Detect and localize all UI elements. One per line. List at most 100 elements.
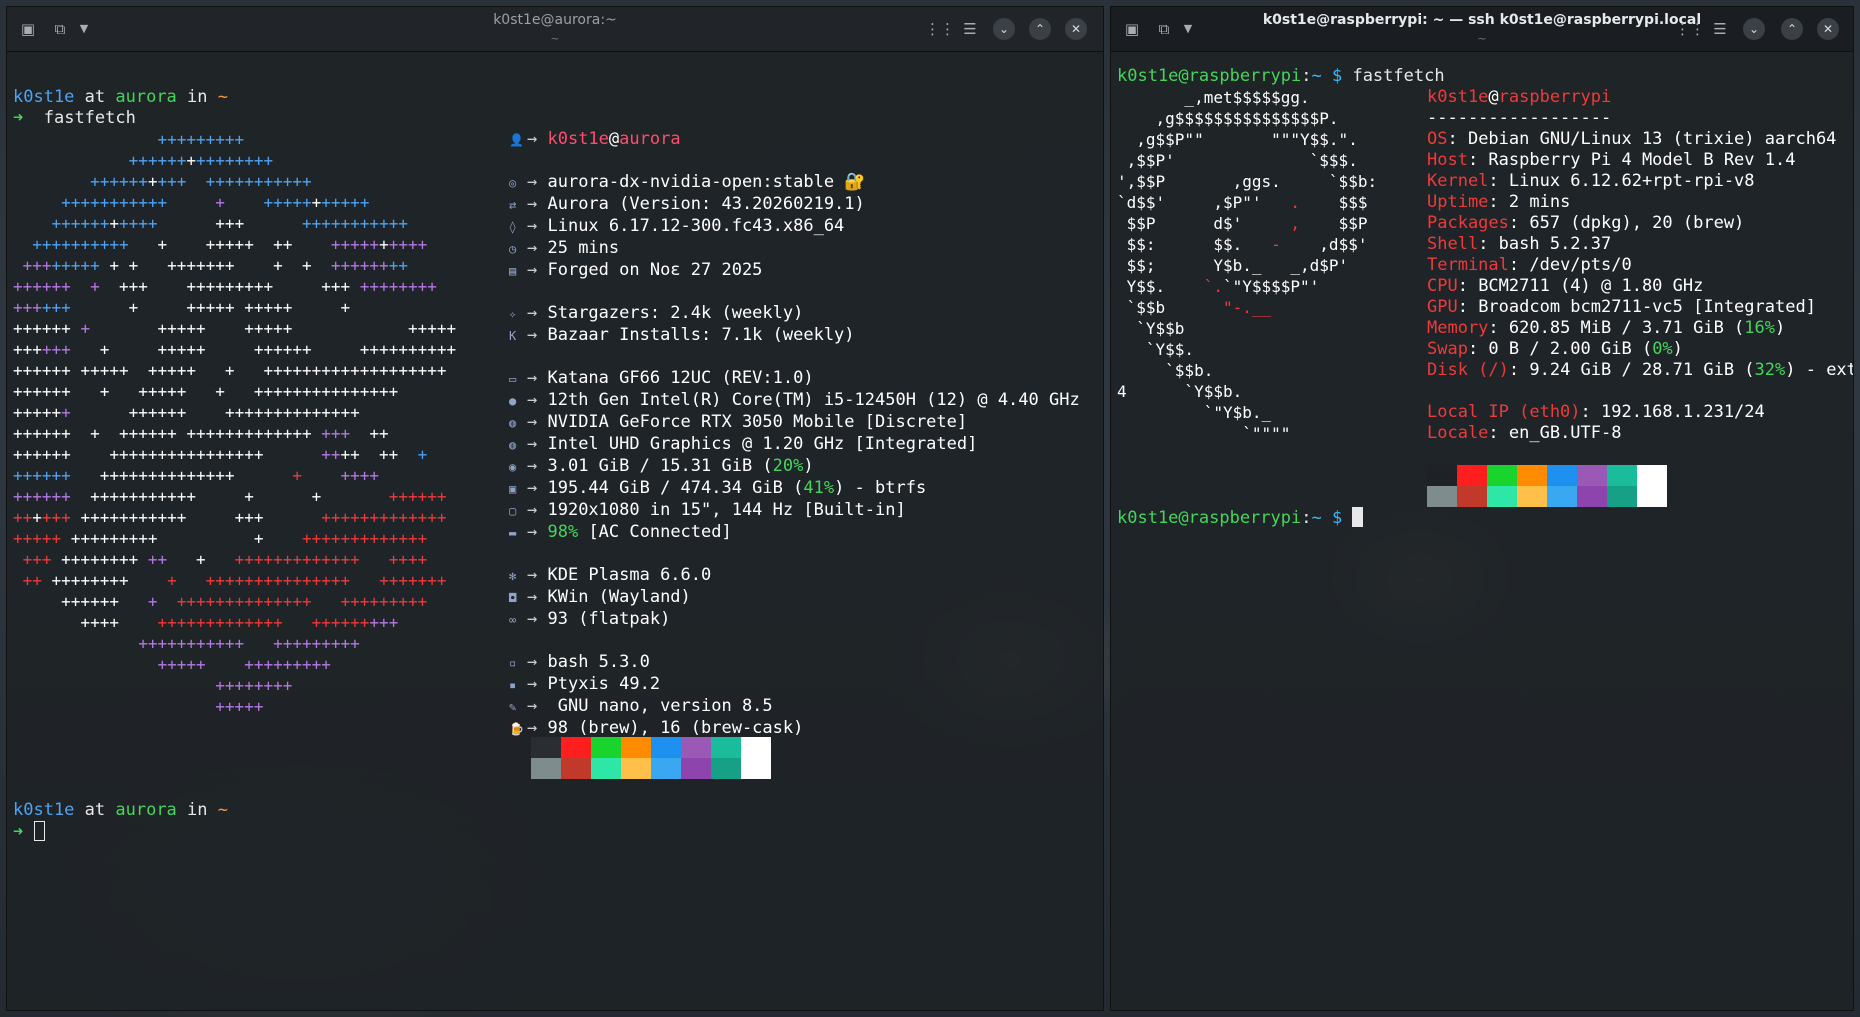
ascii-row: ++++++ ++++++++++++++ + ++++: [13, 465, 456, 486]
arrow-icon: →: [527, 260, 548, 280]
arrow-icon: →: [527, 434, 548, 454]
terminal-output[interactable]: k0st1e at aurora in ~ ➜ fastfetch ++++++…: [13, 66, 1103, 1010]
grid-icon[interactable]: ⋮⋮: [925, 18, 955, 40]
maximize-button[interactable]: ⌃: [1029, 18, 1051, 40]
system-info-list: k0st1e@raspberrypi ------------------ OS: …: [1427, 87, 1853, 444]
info-row: ⇄ → Aurora (Version: 43.20260219.1): [509, 194, 1080, 216]
text-segment: ++++++++: [13, 676, 293, 695]
text-segment: .: [1290, 193, 1301, 212]
color-palette: [531, 737, 771, 779]
minimize-button[interactable]: ⌄: [1743, 18, 1765, 40]
text-segment: `Y$$.: [1117, 340, 1195, 359]
text-segment: OS: [1427, 129, 1448, 149]
text-segment: Y$$.: [1117, 277, 1204, 296]
info-row: ▤ → Forged on Noɛ 27 2025: [509, 260, 1080, 282]
maximize-button[interactable]: ⌃: [1781, 18, 1803, 40]
text-segment: : en_GB.UTF-8: [1488, 423, 1622, 443]
arrow-icon: →: [527, 500, 548, 520]
color-swatch: [1457, 486, 1487, 507]
arrow-icon: →: [527, 609, 548, 629]
text-segment: Uptime: [1427, 192, 1489, 212]
close-button[interactable]: ✕: [1817, 18, 1839, 40]
text-segment: +++++: [13, 403, 62, 422]
text-segment: +++++++++++++ ++++++: [157, 613, 370, 632]
menu-icon[interactable]: ☰: [1709, 18, 1731, 40]
text-segment: ++++++++++: [13, 235, 129, 254]
ascii-row: ++++++ + ++++++ +++++++++++++ +++ ++: [13, 423, 456, 444]
color-swatch: [621, 758, 651, 779]
disk-icon: ▣: [509, 482, 517, 496]
text-segment: +++++: [330, 235, 380, 254]
text-segment: aurora-dx-nvidia-open:stable 🔐: [547, 172, 866, 192]
ascii-row: $$: $$. - ,d$$': [1117, 234, 1377, 255]
text-segment: raspberrypi: [1498, 87, 1612, 107]
text-segment: [302, 466, 341, 485]
text-segment: +++++: [13, 697, 264, 716]
text-segment: Linux 6.17.12-300.fc43.x86_64: [547, 216, 845, 236]
arrow-icon: →: [527, 303, 548, 323]
info-row: Packages: 657 (dpkg), 20 (brew): [1427, 213, 1853, 234]
grid-icon[interactable]: ⋮⋮: [1675, 18, 1705, 40]
text-segment: ,: [1290, 214, 1301, 233]
prompt-in: in: [176, 87, 218, 107]
info-row: ◉ → 3.01 GiB / 15.31 GiB (20%): [509, 456, 1080, 478]
text-segment: : Raspberry Pi 4 Model B Rev 1.4: [1467, 150, 1796, 170]
text-segment: : 2 mins: [1488, 192, 1571, 212]
ascii-row: `$$b.: [1117, 360, 1377, 381]
info-row: Host: Raspberry Pi 4 Model B Rev 1.4: [1427, 150, 1853, 171]
terminal-window-raspberrypi[interactable]: ▣ ⧉ ▼ k0st1e@raspberrypi: ~ — ssh k0st1e…: [1110, 6, 1854, 1011]
title-bar[interactable]: ▣ ⧉ ▼ k0st1e@aurora:~ ~ ⋮⋮ ☰ ⌄ ⌃ ✕: [7, 7, 1103, 52]
text-segment: +++++++++++ + +: [70, 487, 389, 506]
arrow-icon: →: [527, 216, 548, 236]
menu-icon[interactable]: ☰: [959, 18, 981, 40]
prompt-dir: ~: [217, 87, 228, 107]
color-swatch: [1637, 486, 1667, 507]
title-bar[interactable]: ▣ ⧉ ▼ k0st1e@raspberrypi: ~ — ssh k0st1e…: [1111, 7, 1853, 52]
text-segment: ------------------: [1427, 108, 1612, 128]
text-segment: 20%: [772, 456, 804, 476]
text-segment: ++++: [118, 214, 158, 233]
text-segment: 4 `Y$$b.: [1117, 382, 1243, 401]
ascii-row: `"Y$b._: [1117, 402, 1377, 423]
terminal-window-aurora[interactable]: ▣ ⧉ ▼ k0st1e@aurora:~ ~ ⋮⋮ ☰ ⌄ ⌃ ✕ k0st1…: [6, 6, 1104, 1011]
star-icon: ✧: [509, 307, 517, 321]
close-button[interactable]: ✕: [1065, 18, 1087, 40]
text-segment: +: [109, 214, 119, 233]
text-segment: @: [1488, 87, 1499, 107]
text-segment: +: [311, 193, 322, 212]
user-icon: 👤: [509, 133, 524, 147]
ascii-row: Y$$. `.`"Y$$$$P"': [1117, 276, 1377, 297]
color-swatch: [1607, 486, 1637, 507]
text-segment: +++++++++++++: [302, 529, 428, 548]
terminal-output[interactable]: k0st1e@raspberrypi:~ $ fastfetch _,met$$…: [1117, 66, 1853, 1010]
input-line[interactable]: ➜: [13, 821, 45, 842]
input-line[interactable]: k0st1e@raspberrypi:~ $: [1117, 507, 1364, 528]
prompt-dir: ~: [1311, 508, 1322, 528]
text-segment: $$P d$': [1117, 214, 1291, 233]
text-segment: -: [1271, 235, 1281, 254]
bazaar-icon: K: [509, 329, 517, 343]
window-title: k0st1e@raspberrypi: ~ — ssh k0st1e@raspb…: [1262, 12, 1702, 28]
ascii-row: ++++++ + +++++ + +++++++++++++++: [13, 381, 456, 402]
text-segment: Terminal: [1427, 255, 1509, 275]
info-row: ------------------: [1427, 108, 1853, 129]
color-swatch: [741, 737, 771, 758]
ascii-row: ',$$P ,ggs. `$$b:: [1117, 171, 1377, 192]
color-swatch: [651, 737, 681, 758]
arrow-icon: →: [527, 412, 548, 432]
text-segment: 98%: [547, 522, 579, 542]
color-swatch: [591, 737, 621, 758]
laptop-icon: ▭: [509, 372, 517, 386]
arrow-icon: →: [527, 325, 548, 345]
ascii-row: ++++++ + +++++ ++++++ ++++++++++: [13, 339, 456, 360]
text-segment: +++++: [224, 193, 312, 212]
text-segment: ++++++++: [359, 277, 437, 296]
info-row: ✧ → Stargazers: 2.4k (weekly): [509, 303, 1080, 325]
text-segment: : 192.168.1.231/24: [1580, 402, 1765, 422]
minimize-button[interactable]: ⌄: [993, 18, 1015, 40]
text-segment: +++++++++++: [302, 214, 408, 233]
text-segment: +: [80, 319, 91, 338]
text-segment: Forged on Noɛ 27 2025: [547, 260, 763, 280]
